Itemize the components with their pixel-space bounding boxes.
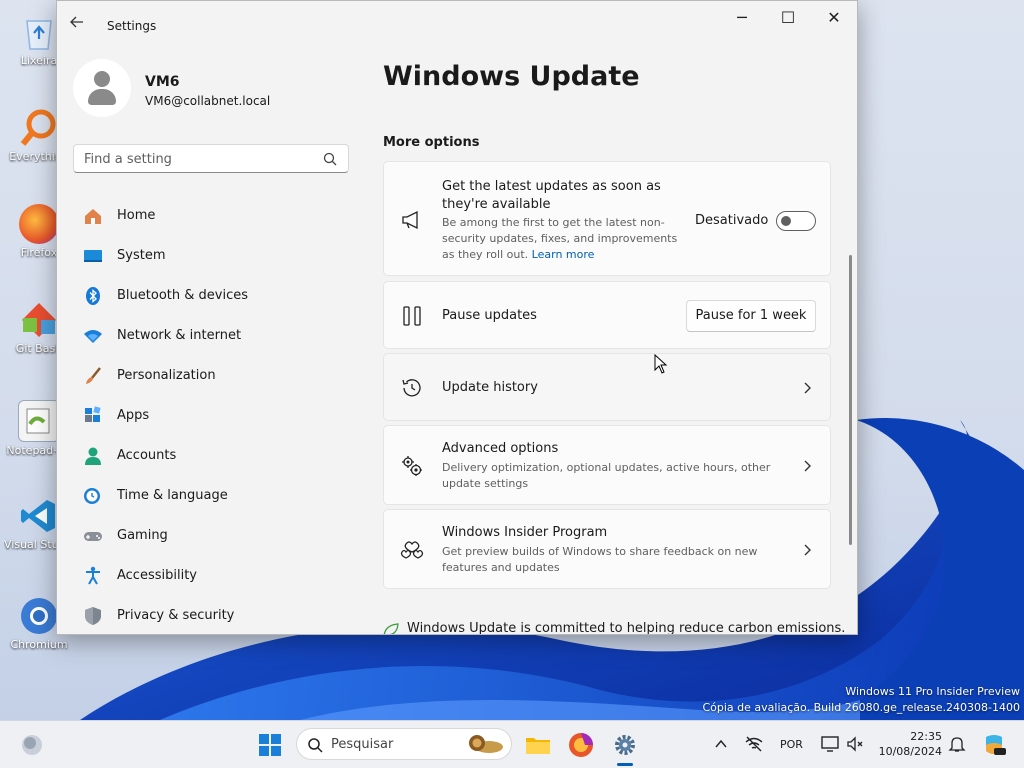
main-content: Windows Update More options Get the late… [383,61,846,635]
build-watermark: Windows 11 Pro Insider Preview Cópia de … [702,685,1020,714]
sidebar-item-apps[interactable]: Apps [73,396,353,436]
learn-more-link[interactable]: Learn more [532,248,595,261]
recycle-bin-icon [19,12,59,52]
settings-window: Settings ─ ☐ ✕ VM6 VM6@collabnet.local F… [56,0,858,635]
system-icon [84,250,102,262]
widgets-weather-icon[interactable] [18,731,46,759]
person-body-icon [88,89,116,105]
search-placeholder: Find a setting [84,152,172,167]
accounts-icon [85,447,101,465]
pause-updates-card: Pause updates Pause for 1 week [383,281,831,349]
arrow-left-icon [70,16,83,28]
sidebar-item-system[interactable]: System [73,236,353,276]
active-app-indicator [617,763,633,766]
sidebar-item-accounts[interactable]: Accounts [73,436,353,476]
gamepad-icon [84,532,102,541]
insider-hearts-icon [400,541,424,559]
insider-program-card[interactable]: Windows Insider Program Get preview buil… [383,509,831,589]
advanced-options-title: Advanced options [442,441,559,456]
insider-program-title: Windows Insider Program [442,525,608,540]
chevron-right-icon [804,544,811,556]
avatar [73,59,131,117]
sidebar-item-personalization[interactable]: Personalization [73,356,353,396]
apps-icon [85,406,101,422]
settings-gear-icon[interactable] [611,731,639,759]
chevron-up-icon[interactable] [712,735,730,753]
search-icon [308,738,323,753]
insider-program-desc: Get preview builds of Windows to share f… [442,545,758,574]
leaf-icon [383,623,399,634]
search-highlight-lion-icon [469,735,503,753]
input-language[interactable]: POR [780,738,803,751]
sidebar-item-bluetooth[interactable]: Bluetooth & devices [73,276,353,316]
chromium-icon [19,596,59,636]
clock-date: 10/08/2024 [878,745,942,758]
user-name: VM6 [145,74,180,90]
content-scrollbar[interactable] [849,255,852,545]
update-history-title: Update history [442,380,538,395]
sidebar-item-privacy[interactable]: Privacy & security [73,596,353,634]
display-icon[interactable] [820,735,840,753]
everything-search-icon [19,108,59,148]
sidebar-nav: Home System Bluetooth & devices Network … [73,196,353,634]
mouse-cursor-icon [654,354,668,374]
chevron-right-icon [804,460,811,472]
search-icon [323,152,337,166]
taskbar: Pesquisar POR 22:35 10/08/2024 [0,720,1024,768]
page-title: Windows Update [383,61,640,92]
latest-updates-toggle[interactable] [776,211,816,231]
clock-globe-icon [84,488,100,504]
shield-icon [85,607,101,625]
sidebar-item-gaming[interactable]: Gaming [73,516,353,556]
toggle-knob [781,216,791,226]
megaphone-icon [402,210,418,230]
volume-muted-icon[interactable] [846,735,864,753]
advanced-options-desc: Delivery optimization, optional updates,… [442,461,771,490]
clock-time: 22:35 [910,730,942,743]
section-title-more-options: More options [383,135,480,150]
brush-icon [86,367,101,384]
user-email: VM6@collabnet.local [145,94,271,108]
chevron-right-icon [804,382,811,394]
bluetooth-icon [86,287,100,305]
toggle-state-label: Desativado [695,213,769,228]
update-history-card[interactable]: Update history [383,353,831,421]
firefox-icon [19,204,59,244]
sidebar-item-time-language[interactable]: Time & language [73,476,353,516]
back-button[interactable] [69,14,91,36]
sidebar-item-network[interactable]: Network & internet [73,316,353,356]
firefox-icon[interactable] [567,731,595,759]
notification-bell-icon[interactable] [948,735,966,753]
home-icon [85,209,101,224]
pause-for-week-button[interactable]: Pause for 1 week [686,300,816,332]
latest-updates-card: Get the latest updates as soon as they'r… [383,161,831,276]
history-icon [402,379,421,397]
pause-icon [403,306,421,326]
person-head-icon [94,71,110,87]
app-title: Settings [107,19,157,33]
file-explorer-icon[interactable] [524,731,552,759]
sidebar-item-accessibility[interactable]: Accessibility [73,556,353,596]
git-bash-icon [19,300,59,340]
advanced-options-card[interactable]: Advanced options Delivery optimization, … [383,425,831,505]
latest-updates-desc: Be among the first to get the latest non… [442,216,678,261]
gears-icon [402,456,422,476]
accessibility-icon [86,566,100,585]
notepadpp-icon [18,400,60,442]
taskbar-clock[interactable]: 22:35 10/08/2024 [870,729,942,759]
latest-updates-title: Get the latest updates as soon as they'r… [442,179,661,212]
find-setting-input[interactable]: Find a setting [73,144,349,173]
vscode-icon [19,496,59,536]
network-disconnected-icon[interactable] [744,735,764,753]
wifi-icon [84,330,102,343]
copilot-icon[interactable] [980,731,1008,759]
taskbar-search-box[interactable]: Pesquisar [296,728,512,760]
pause-updates-title: Pause updates [442,308,537,323]
sidebar-item-home[interactable]: Home [73,196,353,236]
start-windows-icon[interactable] [256,731,284,759]
